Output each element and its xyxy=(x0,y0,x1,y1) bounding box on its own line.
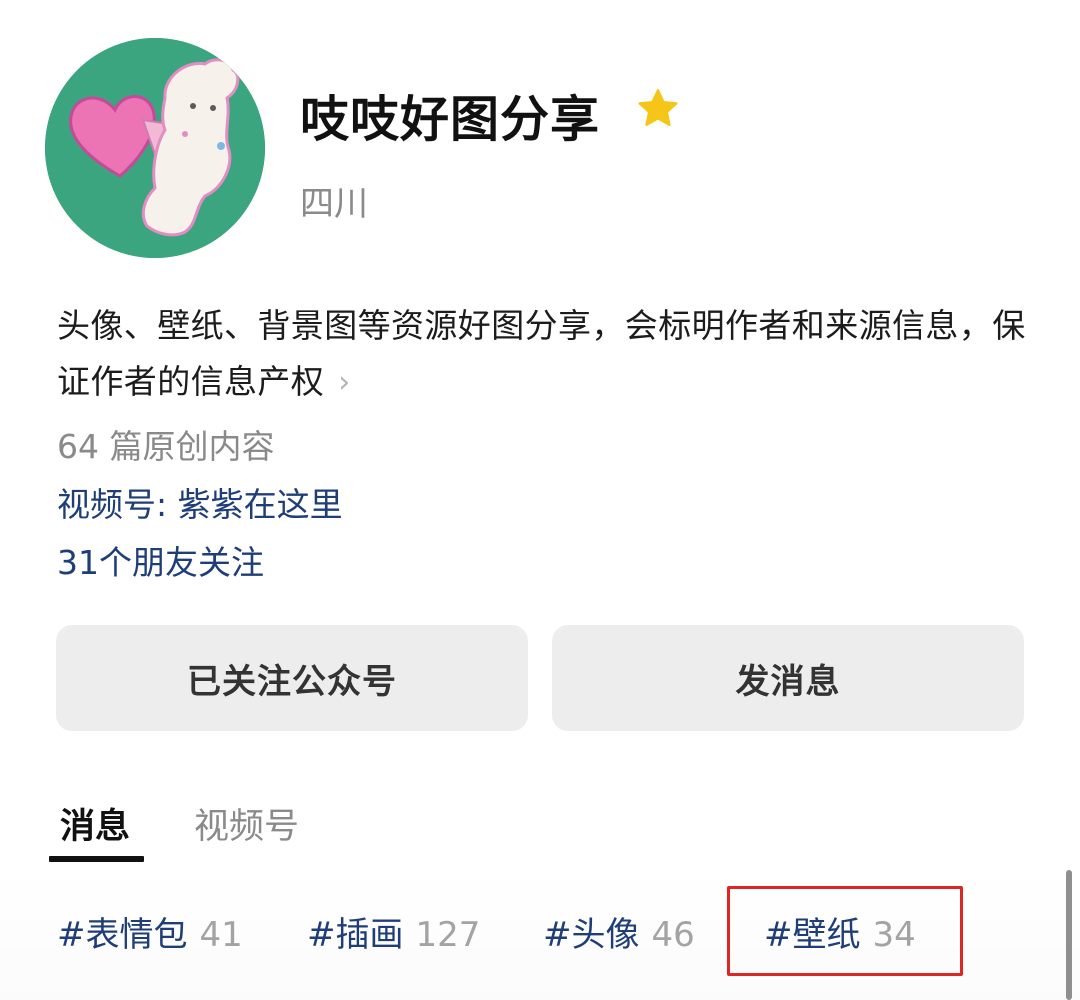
scrollbar[interactable] xyxy=(1066,870,1072,1000)
active-tab-indicator xyxy=(49,856,144,862)
channels-link[interactable]: 视频号: 紫紫在这里 xyxy=(57,478,343,526)
hashtag-name: #表情包 xyxy=(57,915,188,955)
original-content-count: 64 篇原创内容 xyxy=(57,427,275,466)
description-text: 头像、壁纸、背景图等资源好图分享，会标明作者和来源信息，保证作者的信息产权 xyxy=(57,306,1026,401)
hashtag-name: #插画 xyxy=(307,915,404,955)
send-message-button[interactable]: 发消息 xyxy=(552,625,1024,731)
hashtag-count: 41 xyxy=(199,915,243,955)
hashtag-bar: #表情包 41 #插画 127 #头像 46 #壁纸 34 xyxy=(0,870,1080,1000)
friends-following[interactable]: 31个朋友关注 xyxy=(57,536,264,584)
tab-messages[interactable]: 消息 xyxy=(60,798,130,849)
account-location: 四川 xyxy=(300,184,368,224)
chevron-right-icon[interactable]: › xyxy=(338,355,350,411)
hashtag-item[interactable]: #插画 127 xyxy=(307,907,480,956)
account-name: 吱吱好图分享 xyxy=(300,91,601,148)
highlight-box xyxy=(727,886,963,976)
hashtag-count: 46 xyxy=(651,915,695,955)
profile-header: 吱吱好图分享 四川 xyxy=(45,38,1035,258)
hashtag-count: 127 xyxy=(415,915,481,955)
account-description[interactable]: 头像、壁纸、背景图等资源好图分享，会标明作者和来源信息，保证作者的信息产权 › xyxy=(57,298,1032,411)
avatar[interactable] xyxy=(45,38,265,258)
hashtag-name: #头像 xyxy=(543,915,640,955)
hashtag-item[interactable]: #表情包 41 xyxy=(57,907,243,956)
avatar-illustration xyxy=(45,38,265,258)
hashtag-item[interactable]: #头像 46 xyxy=(543,907,695,956)
followed-button[interactable]: 已关注公众号 xyxy=(56,625,528,731)
star-icon[interactable] xyxy=(635,86,681,132)
tab-channels[interactable]: 视频号 xyxy=(194,798,299,849)
